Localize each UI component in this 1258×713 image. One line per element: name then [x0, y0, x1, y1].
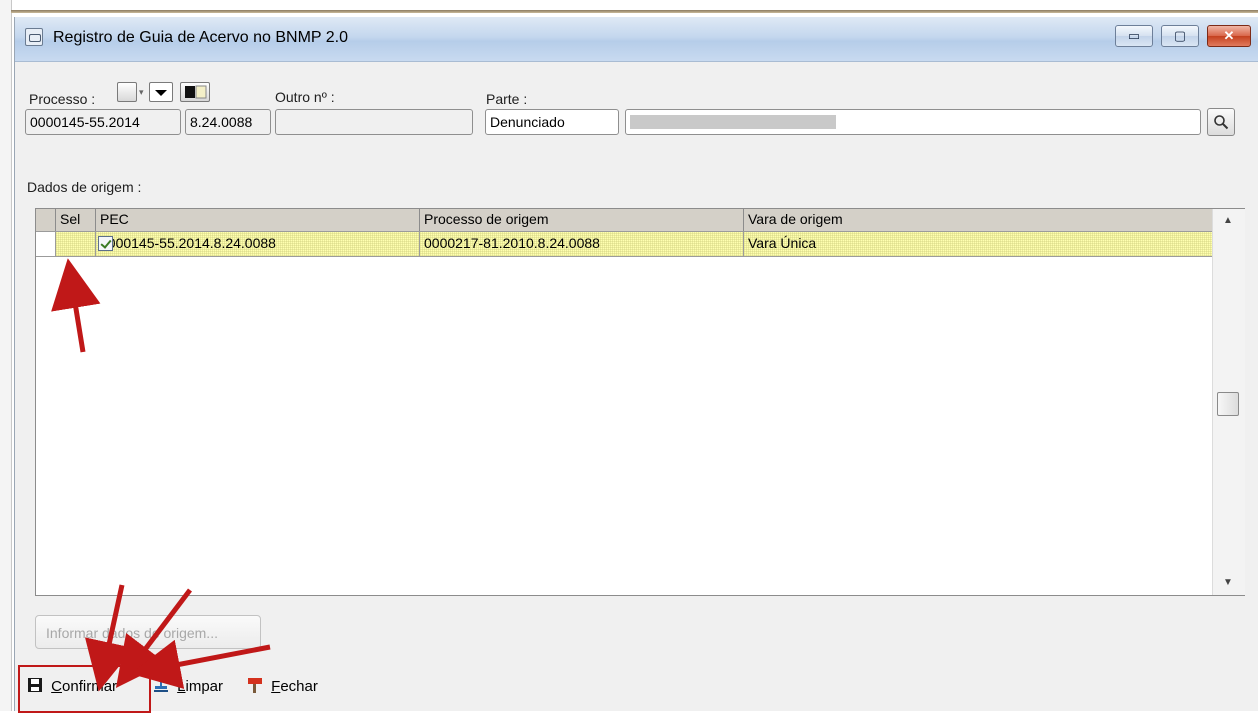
minimize-button[interactable]: ▭ — [1115, 25, 1153, 47]
processo-number-field[interactable]: 0000145-55.2014 — [25, 109, 181, 135]
dados-origem-label: Dados de origem : — [27, 179, 142, 195]
search-icon — [1214, 115, 1229, 130]
scroll-down-icon[interactable]: ▼ — [1223, 577, 1233, 588]
column-header-sel[interactable]: Sel — [56, 209, 96, 231]
column-header-processo-origem[interactable]: Processo de origem — [420, 209, 744, 231]
app-icon — [25, 28, 43, 46]
close-icon: ✕ — [1223, 28, 1235, 43]
scroll-up-icon[interactable]: ▲ — [1223, 215, 1233, 226]
fechar-label: echar — [280, 678, 318, 695]
select-checkbox[interactable] — [98, 236, 113, 251]
outro-label: Outro nº : — [275, 89, 335, 105]
search-button[interactable] — [1207, 108, 1235, 136]
table-row[interactable]: 0000145-55.2014.8.24.0088 0000217-81.201… — [36, 232, 1212, 257]
close-button[interactable]: ✕ — [1207, 25, 1251, 47]
parte-type-field[interactable]: Denunciado — [485, 109, 619, 135]
fechar-accel: F — [271, 678, 281, 695]
bottom-toolbar: Confirmar Limpar Fechar — [15, 665, 1258, 711]
limpar-button[interactable]: Limpar — [153, 677, 223, 701]
vara-origem-cell[interactable]: Vara Única — [744, 232, 1212, 256]
processo-origem-cell[interactable]: 0000217-81.2010.8.24.0088 — [420, 232, 744, 256]
window-title: Registro de Guia de Acervo no BNMP 2.0 — [53, 29, 348, 46]
column-header-pec[interactable]: PEC — [96, 209, 420, 231]
column-header-vara-origem[interactable]: Vara de origem — [744, 209, 1212, 231]
processo-label: Processo : — [29, 91, 96, 107]
sel-cell[interactable] — [56, 232, 96, 256]
outro-numero-field[interactable] — [275, 109, 473, 135]
desktop-left-edge — [0, 0, 12, 711]
processo-suffix-field[interactable]: 8.24.0088 — [185, 109, 271, 135]
title-bar[interactable]: Registro de Guia de Acervo no BNMP 2.0 ▭… — [15, 17, 1258, 62]
vertical-scrollbar[interactable]: ▲ ▼ — [1212, 209, 1245, 595]
maximize-button[interactable]: ▢ — [1161, 25, 1199, 47]
pec-cell[interactable]: 0000145-55.2014.8.24.0088 — [96, 232, 420, 256]
exit-sign-icon — [248, 678, 262, 693]
small-dropdown-icon[interactable]: ▾ — [139, 87, 144, 98]
informar-dados-origem-button[interactable]: Informar dados de origem... — [35, 615, 261, 649]
grid-header: Sel PEC Processo de origem Vara de orige… — [36, 209, 1212, 232]
redacted-name — [630, 115, 836, 129]
origin-data-grid[interactable]: Sel PEC Processo de origem Vara de orige… — [35, 208, 1245, 596]
parte-label: Parte : — [486, 91, 528, 107]
fechar-button[interactable]: Fechar — [247, 677, 318, 701]
column-header-indicator — [36, 209, 56, 231]
toggle-panel-icon[interactable] — [180, 82, 210, 102]
dialog-window: Registro de Guia de Acervo no BNMP 2.0 ▭… — [14, 17, 1258, 713]
maximize-icon: ▢ — [1173, 28, 1187, 43]
confirmar-highlight-box — [18, 665, 151, 713]
limpar-accel: L — [177, 678, 186, 695]
scroll-thumb[interactable] — [1217, 392, 1239, 416]
parte-name-field[interactable] — [625, 109, 1201, 135]
broom-icon — [154, 677, 168, 692]
limpar-label: impar — [185, 678, 224, 695]
processo-lookup-icon[interactable] — [117, 82, 137, 102]
dropdown-arrow-icon[interactable] — [149, 82, 173, 102]
row-indicator — [36, 232, 56, 256]
minimize-icon: ▭ — [1127, 28, 1141, 43]
parent-window-edge — [11, 10, 1258, 13]
